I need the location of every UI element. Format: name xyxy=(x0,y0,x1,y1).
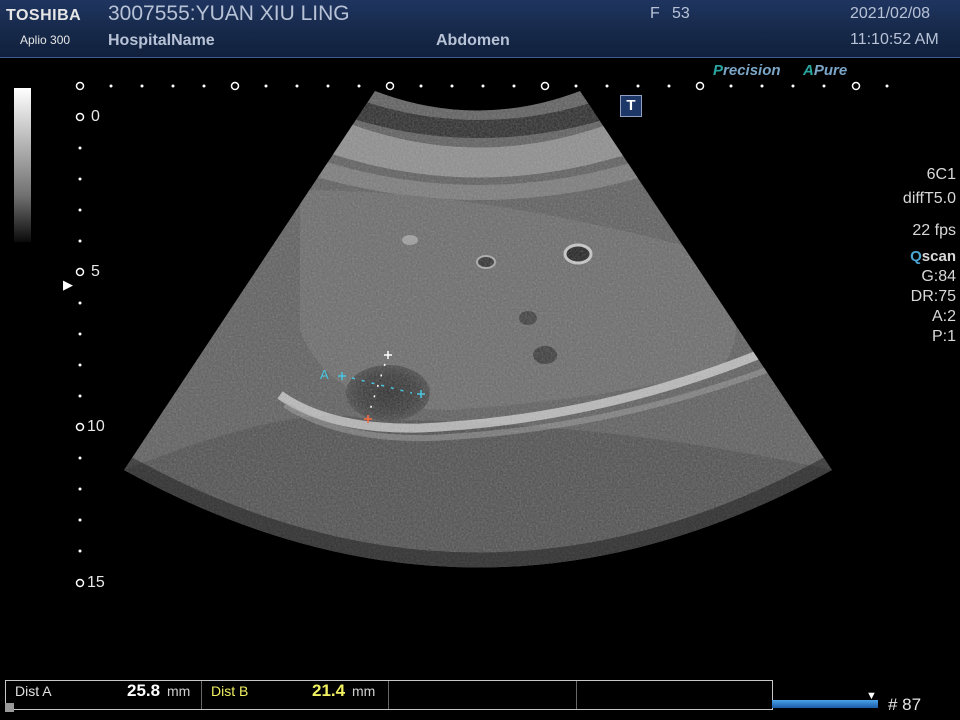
p-param-value: P:1 xyxy=(931,328,956,345)
depth-label-15: 15 xyxy=(87,574,105,591)
apure-indicator: APure xyxy=(803,62,848,79)
measurement-name: Dist A xyxy=(15,683,52,699)
measurement-unit: mm xyxy=(167,683,191,699)
qscan-indicator: Qscan xyxy=(910,248,956,265)
measurement-slot-empty[interactable] xyxy=(389,681,577,709)
focus-marker-icon[interactable]: ▶ xyxy=(63,277,73,293)
measurement-slot-empty[interactable] xyxy=(577,681,772,709)
precision-indicator: Precision xyxy=(713,62,781,79)
measurement-value: 25.8 xyxy=(127,681,161,700)
measurement-name: Dist B xyxy=(211,683,249,699)
depth-label-10: 10 xyxy=(87,418,105,435)
frame-rate: 22 fps xyxy=(912,222,956,239)
measurement-dist-b[interactable]: Dist B 21.4 mm xyxy=(202,681,389,709)
dynamic-range-value: DR:75 xyxy=(910,288,956,305)
frame-number: # 87 xyxy=(888,695,922,714)
depth-scale-markers xyxy=(75,112,85,588)
grayscale-bar xyxy=(14,88,31,242)
measurement-value: 21.4 xyxy=(312,681,346,700)
a-param-value: A:2 xyxy=(931,308,956,325)
text-annotation-button[interactable]: T xyxy=(620,95,642,117)
measurement-results-bar: Dist A 25.8 mm Dist B 21.4 mm xyxy=(5,680,773,710)
caliper-a-label: A xyxy=(320,367,329,382)
cine-loop-bar[interactable] xyxy=(772,700,878,708)
measurement-dist-a[interactable]: Dist A 25.8 mm xyxy=(6,681,202,709)
measurement-unit: mm xyxy=(352,683,376,699)
probe-name: 6C1 xyxy=(926,166,956,183)
cine-position-marker-icon[interactable]: ▼ xyxy=(866,690,877,702)
ultrasound-image: A xyxy=(75,81,889,588)
imaging-mode: diffT5.0 xyxy=(902,190,956,207)
gain-value: G:84 xyxy=(921,268,956,285)
depth-label-0: 0 xyxy=(91,108,100,125)
depth-label-5: 5 xyxy=(91,263,100,280)
lateral-scale xyxy=(75,81,889,91)
scroll-handle[interactable] xyxy=(5,703,14,712)
